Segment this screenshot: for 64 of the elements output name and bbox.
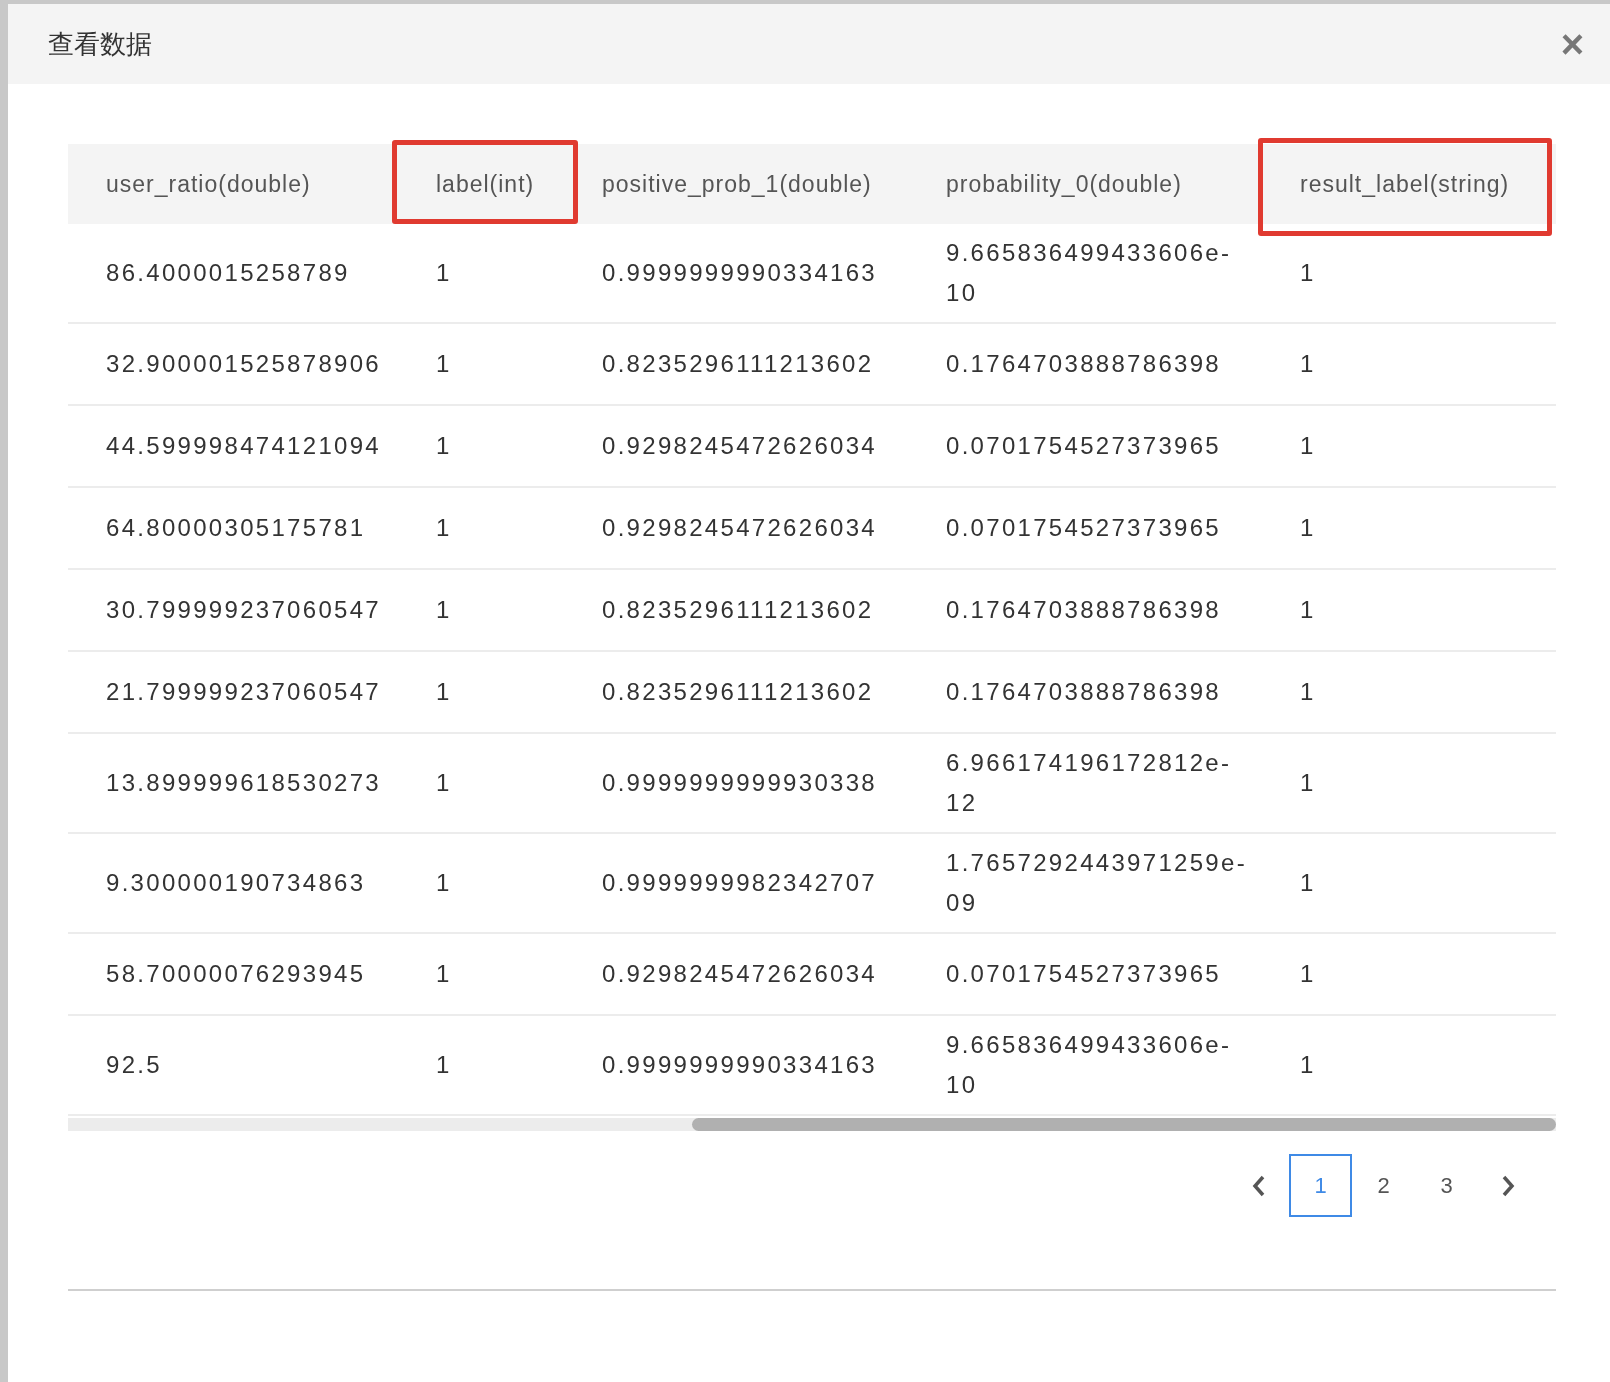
table-cell-text: 9.300000190734863 [106,868,366,898]
column-header: label(int) [436,169,535,199]
dialog-title: 查看数据 [48,27,152,61]
column-header: probability_0(double) [946,169,1182,199]
column-header: user_ratio(double) [106,169,311,199]
table-cell-text: 1 [436,959,452,989]
scrollbar-thumb[interactable] [692,1118,1556,1131]
table-cell-text: 0.9298245472626034 [602,431,877,461]
table-cell-text: 1 [1300,1050,1316,1080]
table-cell-text: 6.966174196172812e-12 [946,748,1233,818]
table-cell-text: 1 [436,595,452,625]
table-cell-text: 1 [436,431,452,461]
table-cell-text: 1 [1300,677,1316,707]
page-button[interactable]: 3 [1415,1154,1478,1217]
table-cell-text: 32.900001525878906 [106,349,381,379]
table-cell-text: 1 [436,1050,452,1080]
table-cell-text: 21.799999237060547 [106,677,381,707]
table-cell-text: 0.8235296111213602 [602,349,874,379]
table-cell-text: 0.9999999999930338 [602,768,877,798]
table-cell-text: 1 [1300,258,1316,288]
table-cell-text: 1 [436,677,452,707]
table-cell-text: 1 [1300,513,1316,543]
table-cell-text: 0.1764703888786398 [946,349,1221,379]
table-cell-text: 0.9999999982342707 [602,868,877,898]
previous-page-icon[interactable] [1251,1173,1267,1198]
table-cell-text: 0.9298245472626034 [602,959,877,989]
table-cell-text: 1 [1300,349,1316,379]
table-cell-text: 30.799999237060547 [106,595,381,625]
table-cell-text: 1 [436,349,452,379]
table-cell-text: 1 [1300,868,1316,898]
table-cell-text: 1 [436,868,452,898]
table-cell-text: 9.665836499433606e-10 [946,238,1233,308]
table-cell-text: 92.5 [106,1050,162,1080]
table-cell-text: 1 [436,258,452,288]
table-cell-text: 0.8235296111213602 [602,595,874,625]
page-button[interactable]: 2 [1352,1154,1415,1217]
next-page-icon[interactable] [1500,1173,1516,1198]
table-cell-text: 86.4000015258789 [106,258,350,288]
horizontal-scrollbar[interactable] [68,1118,1556,1131]
table-cell-text: 0.1764703888786398 [946,677,1221,707]
table-cell-text: 0.9298245472626034 [602,513,877,543]
table-cell-text: 58.70000076293945 [106,959,366,989]
table-cell-text: 0.0701754527373965 [946,431,1221,461]
table-cell-text: 0.1764703888786398 [946,595,1221,625]
page-button[interactable]: 1 [1289,1154,1352,1217]
close-button[interactable]: × [1560,24,1584,64]
table-cell-text: 1 [436,513,452,543]
table-cell-text: 1 [1300,431,1316,461]
table-cell-text: 1 [1300,959,1316,989]
table-cell-text: 0.0701754527373965 [946,959,1221,989]
table-cell-text: 1 [436,768,452,798]
table-cell-text: 0.9999999990334163 [602,258,877,288]
table-cell-text: 0.0701754527373965 [946,513,1221,543]
table-cell-text: 0.9999999990334163 [602,1050,877,1080]
table-cell-text: 64.80000305175781 [106,513,366,543]
table-cell-text: 1.7657292443971259e-09 [946,848,1248,918]
table-cell-text: 1 [1300,768,1316,798]
column-header: result_label(string) [1300,169,1510,199]
table-cell-text: 13.899999618530273 [106,768,381,798]
table-cell-text: 0.8235296111213602 [602,677,874,707]
table-cell-text: 1 [1300,595,1316,625]
table-cell-text: 9.665836499433606e-10 [946,1030,1233,1100]
column-header: positive_prob_1(double) [602,169,872,199]
table-cell-text: 44.599998474121094 [106,431,381,461]
